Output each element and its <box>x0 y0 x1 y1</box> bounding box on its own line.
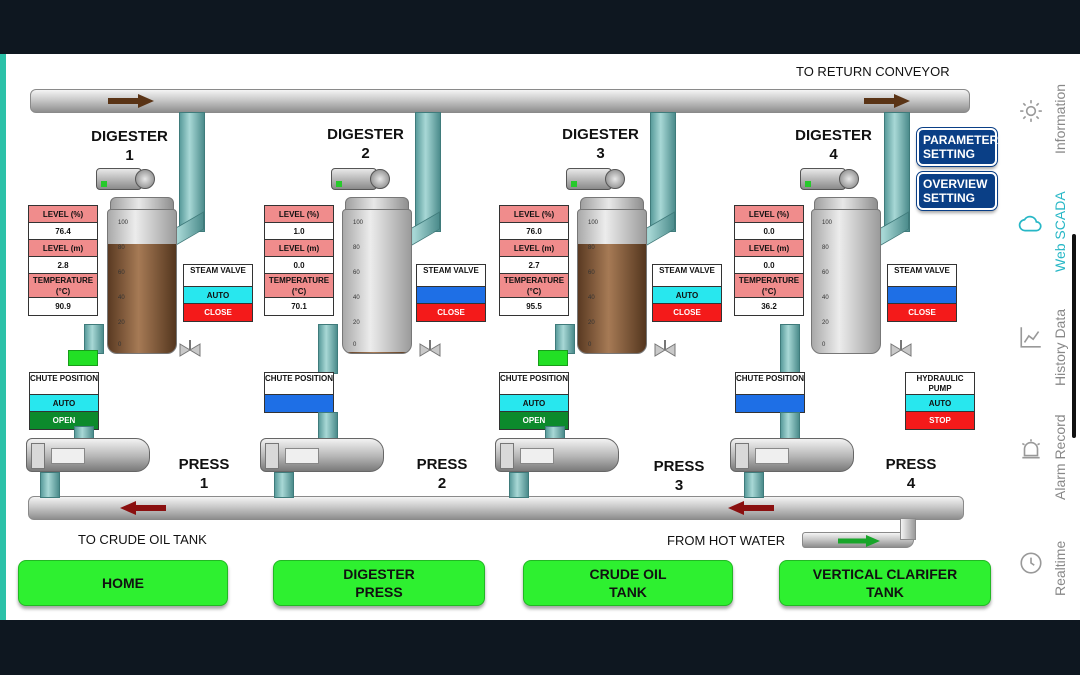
tank-scale: 100 80 60 40 20 0 <box>353 220 364 348</box>
press-drain-pipe <box>744 472 764 498</box>
steam-valve-icon <box>890 340 912 357</box>
gearbox <box>135 169 155 189</box>
chute-pipe <box>780 324 800 374</box>
steam-valve-state[interactable]: CLOSE <box>417 304 485 321</box>
to-crude-oil-tank-label: TO CRUDE OIL TANK <box>78 532 207 547</box>
press-title: PRESS 2 <box>416 456 468 492</box>
gearbox <box>370 169 390 189</box>
bottom-crude-pipe <box>28 496 964 520</box>
digester-readout-panel: LEVEL (%) 0.0 LEVEL (m) 0.0 TEMPERATURE … <box>734 205 804 316</box>
tank-scale: 100 80 60 40 20 0 <box>588 220 599 348</box>
digester-title: DIGESTER 4 <box>795 127 872 163</box>
screw-press <box>730 438 854 472</box>
press-feed-pipe <box>780 412 800 440</box>
tank-level-fill <box>343 351 411 353</box>
press-drain-pipe <box>274 472 294 498</box>
chute-indicator <box>68 350 98 366</box>
clock-icon[interactable] <box>1018 550 1044 576</box>
steam-valve-panel: STEAM VALVE CLOSE <box>416 264 486 322</box>
steam-valve-state[interactable]: CLOSE <box>888 304 956 321</box>
steam-valve-mode[interactable]: AUTO <box>653 287 721 304</box>
steam-valve-state[interactable]: CLOSE <box>653 304 721 321</box>
chute-position-panel: CHUTE POSITION AUTO OPEN <box>29 372 99 430</box>
press-title: PRESS 4 <box>885 456 937 492</box>
arrow-left-icon <box>120 501 166 515</box>
left-accent-strip <box>0 54 6 620</box>
steam-valve-icon <box>654 340 676 357</box>
press-title: PRESS 1 <box>178 456 230 492</box>
side-navigation: Information Web SCADA History Data Alarm… <box>1010 54 1080 620</box>
digester-press-button[interactable]: DIGESTER PRESS <box>273 560 485 606</box>
arrow-left-icon <box>728 501 774 515</box>
chute-pipe <box>318 324 338 374</box>
steam-valve-mode[interactable] <box>888 287 956 304</box>
chute-mode[interactable]: AUTO <box>30 395 98 412</box>
cloud-icon[interactable] <box>1018 210 1044 236</box>
screw-press <box>495 438 619 472</box>
steam-valve-panel: STEAM VALVE CLOSE <box>887 264 957 322</box>
arrow-right-icon <box>838 535 880 547</box>
chute-mode[interactable] <box>265 395 333 412</box>
digester-tank: 100 80 60 40 20 0 <box>342 209 412 354</box>
arrow-right-icon <box>864 94 910 108</box>
chart-icon[interactable] <box>1018 324 1044 350</box>
digester-tank: 100 80 60 40 20 0 <box>811 209 881 354</box>
steam-valve-panel: STEAM VALVE AUTO CLOSE <box>183 264 253 322</box>
hydraulic-pump-state[interactable]: STOP <box>906 412 974 429</box>
digester-readout-panel: LEVEL (%) 76.4 LEVEL (m) 2.8 TEMPERATURE… <box>28 205 98 316</box>
gearbox <box>839 169 859 189</box>
top-return-pipe <box>30 89 970 113</box>
overview-setting-button[interactable]: OVERVIEW SETTING <box>917 172 997 210</box>
digester-tank: 100 80 60 40 20 0 <box>107 209 177 354</box>
digester-title: DIGESTER 3 <box>562 126 639 162</box>
digester-title: DIGESTER 1 <box>91 128 168 164</box>
digester-readout-panel: LEVEL (%) 76.0 LEVEL (m) 2.7 TEMPERATURE… <box>499 205 569 316</box>
arrow-right-icon <box>108 94 154 108</box>
parameter-setting-button[interactable]: PARAMETER SETTING <box>917 128 998 166</box>
digester-title: DIGESTER 2 <box>327 126 404 162</box>
steam-valve-mode[interactable]: AUTO <box>184 287 252 304</box>
chute-position-panel: CHUTE POSITION AUTO OPEN <box>499 372 569 430</box>
gearbox <box>605 169 625 189</box>
steam-valve-icon <box>419 340 441 357</box>
side-nav-alarm-record[interactable]: Alarm Record <box>1052 414 1068 500</box>
chute-indicator <box>538 350 568 366</box>
screw-press <box>260 438 384 472</box>
chute-mode[interactable]: AUTO <box>500 395 568 412</box>
chute-position-panel: CHUTE POSITION <box>264 372 334 413</box>
side-nav-realtime[interactable]: Realtime <box>1052 541 1068 596</box>
hot-water-pipe-riser <box>900 518 916 540</box>
press-drain-pipe <box>40 472 60 498</box>
steam-valve-state[interactable]: CLOSE <box>184 304 252 321</box>
vertical-clarifier-tank-button[interactable]: VERTICAL CLARIFER TANK <box>779 560 991 606</box>
chute-position-panel: CHUTE POSITION <box>735 372 805 413</box>
side-nav-information[interactable]: Information <box>1052 84 1068 154</box>
scada-screen: TO RETURN CONVEYOR TO CRUDE OIL TANK FRO… <box>0 54 1080 620</box>
side-nav-history-data[interactable]: History Data <box>1052 309 1068 386</box>
hydraulic-pump-panel: HYDRAULIC PUMP AUTO STOP <box>905 372 975 430</box>
steam-valve-icon <box>179 340 201 357</box>
steam-valve-mode[interactable] <box>417 287 485 304</box>
screw-press <box>26 438 150 472</box>
crude-oil-tank-button[interactable]: CRUDE OIL TANK <box>523 560 733 606</box>
chute-mode[interactable] <box>736 395 804 412</box>
press-drain-pipe <box>509 472 529 498</box>
gear-icon[interactable] <box>1018 98 1044 124</box>
home-button[interactable]: HOME <box>18 560 228 606</box>
digester-tank: 100 80 60 40 20 0 <box>577 209 647 354</box>
tank-scale: 100 80 60 40 20 0 <box>822 220 833 348</box>
from-hot-water-label: FROM HOT WATER <box>667 533 786 548</box>
alarm-icon[interactable] <box>1018 436 1044 462</box>
press-title: PRESS 3 <box>653 458 705 494</box>
hydraulic-pump-mode[interactable]: AUTO <box>906 395 974 412</box>
to-return-conveyor-label: TO RETURN CONVEYOR <box>796 64 950 79</box>
scroll-indicator[interactable] <box>1072 234 1076 438</box>
side-nav-web-scada[interactable]: Web SCADA <box>1052 191 1068 272</box>
steam-valve-panel: STEAM VALVE AUTO CLOSE <box>652 264 722 322</box>
digester-readout-panel: LEVEL (%) 1.0 LEVEL (m) 0.0 TEMPERATURE … <box>264 205 334 316</box>
press-feed-pipe <box>318 412 338 440</box>
tank-scale: 100 80 60 40 20 0 <box>118 220 129 348</box>
